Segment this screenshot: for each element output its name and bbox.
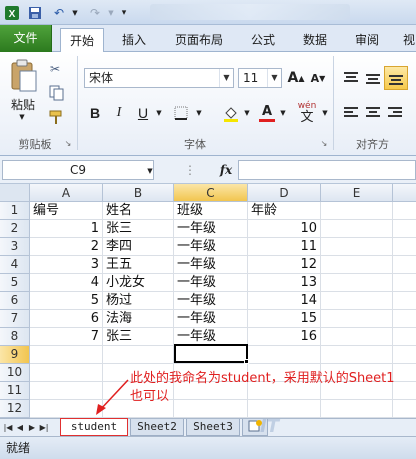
ribbon-home: 粘贴 ▼ ✂ 剪贴板 ↘ 宋体 ▼ 11 ▼ A ▲ A ▼ B I U ▼ ▼ ▼… — [0, 52, 416, 156]
undo-dropdown-icon[interactable]: ▼ — [70, 4, 80, 21]
phonetic-button[interactable]: wén 文 — [294, 100, 320, 126]
clipboard-launcher-icon[interactable]: ↘ — [62, 136, 74, 150]
tab-file[interactable]: 文件 — [0, 25, 52, 52]
last-sheet-icon[interactable]: ▶| — [39, 422, 49, 434]
chevron-down-icon[interactable]: ▼ — [219, 69, 233, 87]
align-bottom-icon[interactable] — [384, 66, 408, 90]
insert-function-icon[interactable]: fx — [215, 160, 237, 180]
font-name-value: 宋体 — [89, 71, 114, 85]
font-launcher-icon[interactable]: ↘ — [318, 136, 330, 150]
prev-sheet-icon[interactable]: ◀ — [15, 422, 25, 434]
tab-home[interactable]: 开始 — [60, 28, 104, 53]
excel-logo-icon: X — [2, 4, 22, 21]
align-middle-icon[interactable] — [362, 68, 384, 88]
underline-button[interactable]: U — [132, 102, 154, 124]
status-text: 就绪 — [6, 441, 31, 455]
fill-color-icon[interactable] — [220, 102, 242, 124]
copy-icon[interactable] — [46, 84, 70, 102]
redo-dropdown-icon[interactable]: ▼ — [106, 4, 116, 21]
italic-button[interactable]: I — [108, 102, 130, 124]
tab-review[interactable]: 审阅 — [346, 28, 388, 52]
font-group-label: 字体 — [184, 138, 206, 151]
chevron-down-icon[interactable]: ▼ — [267, 69, 281, 87]
name-box[interactable]: C9 — [2, 160, 154, 180]
align-center-icon[interactable] — [362, 102, 384, 124]
sheet-tab-student[interactable]: student — [60, 418, 128, 436]
group-divider — [333, 56, 334, 150]
align-left-icon[interactable] — [340, 102, 362, 124]
annotation-text: 此处的我命名为student，采用默认的Sheet1也可以 — [130, 371, 395, 404]
ribbon-tabs: 文件 开始 插入 页面布局 公式 数据 审阅 视 — [0, 25, 416, 53]
window-title-blurred — [150, 4, 350, 20]
tab-view[interactable]: 视 — [398, 28, 416, 52]
alignment-group-label: 对齐方 — [356, 138, 389, 151]
formula-input[interactable] — [238, 160, 416, 180]
next-sheet-icon[interactable]: ▶ — [27, 422, 37, 434]
group-divider — [77, 56, 78, 150]
phonetic-char: 文 — [300, 110, 314, 125]
redo-icon[interactable]: ↷ — [84, 4, 106, 21]
formula-bar: C9 ▼ ⋮ fx — [0, 156, 416, 184]
customize-toolbar-icon[interactable]: ▾ — [118, 4, 130, 21]
sheet-tab-sheet3[interactable]: Sheet3 — [186, 419, 240, 436]
shrink-font-label: A — [310, 71, 320, 85]
name-box-value: C9 — [69, 163, 86, 177]
phonetic-dropdown-icon[interactable]: ▼ — [320, 102, 330, 124]
align-top-icon[interactable] — [340, 68, 362, 88]
tab-formulas[interactable]: 公式 — [242, 28, 284, 52]
watermark-logo: IT — [260, 416, 279, 437]
format-painter-icon[interactable] — [46, 108, 66, 126]
cut-icon[interactable]: ✂ — [46, 60, 64, 78]
font-size-value: 11 — [243, 71, 259, 85]
paste-button[interactable]: 粘贴 — [4, 96, 42, 112]
font-name-combo[interactable]: 宋体 ▼ — [84, 68, 234, 88]
status-bar: 就绪 — [0, 436, 416, 459]
paste-dropdown-icon[interactable]: ▼ — [14, 112, 30, 122]
title-bar: X ↶ ▼ ↷ ▼ ▾ — [0, 0, 416, 25]
svg-text:X: X — [9, 9, 16, 20]
fill-color-dropdown-icon[interactable]: ▼ — [242, 102, 252, 124]
tab-data[interactable]: 数据 — [294, 28, 336, 52]
undo-icon[interactable]: ↶ — [48, 4, 70, 21]
grow-font-button[interactable]: A ▲ — [286, 68, 306, 88]
borders-dropdown-icon[interactable]: ▼ — [194, 102, 204, 124]
name-box-dropdown-icon[interactable]: ▼ — [145, 165, 155, 177]
paste-icon[interactable] — [6, 58, 40, 94]
borders-icon[interactable] — [170, 102, 192, 124]
sheet-tab-sheet2[interactable]: Sheet2 — [130, 419, 184, 436]
shrink-font-button[interactable]: A ▼ — [308, 68, 328, 88]
font-color-icon[interactable]: A — [256, 102, 278, 124]
grow-font-label: A — [287, 70, 299, 86]
bold-button[interactable]: B — [84, 102, 106, 124]
font-color-letter: A — [261, 104, 273, 119]
tab-page-layout[interactable]: 页面布局 — [166, 28, 232, 52]
save-icon[interactable] — [26, 4, 44, 21]
font-size-combo[interactable]: 11 ▼ — [238, 68, 282, 88]
align-right-icon[interactable] — [384, 102, 406, 124]
tab-insert[interactable]: 插入 — [112, 28, 156, 52]
clipboard-group-label: 剪贴板 — [18, 138, 52, 151]
underline-dropdown-icon[interactable]: ▼ — [154, 102, 164, 124]
formula-bar-grip-icon: ⋮ — [184, 163, 196, 177]
font-color-dropdown-icon[interactable]: ▼ — [278, 102, 288, 124]
first-sheet-icon[interactable]: |◀ — [3, 422, 13, 434]
sheet-tab-bar: |◀ ◀ ▶ ▶| student Sheet2 Sheet3 — [0, 418, 416, 436]
